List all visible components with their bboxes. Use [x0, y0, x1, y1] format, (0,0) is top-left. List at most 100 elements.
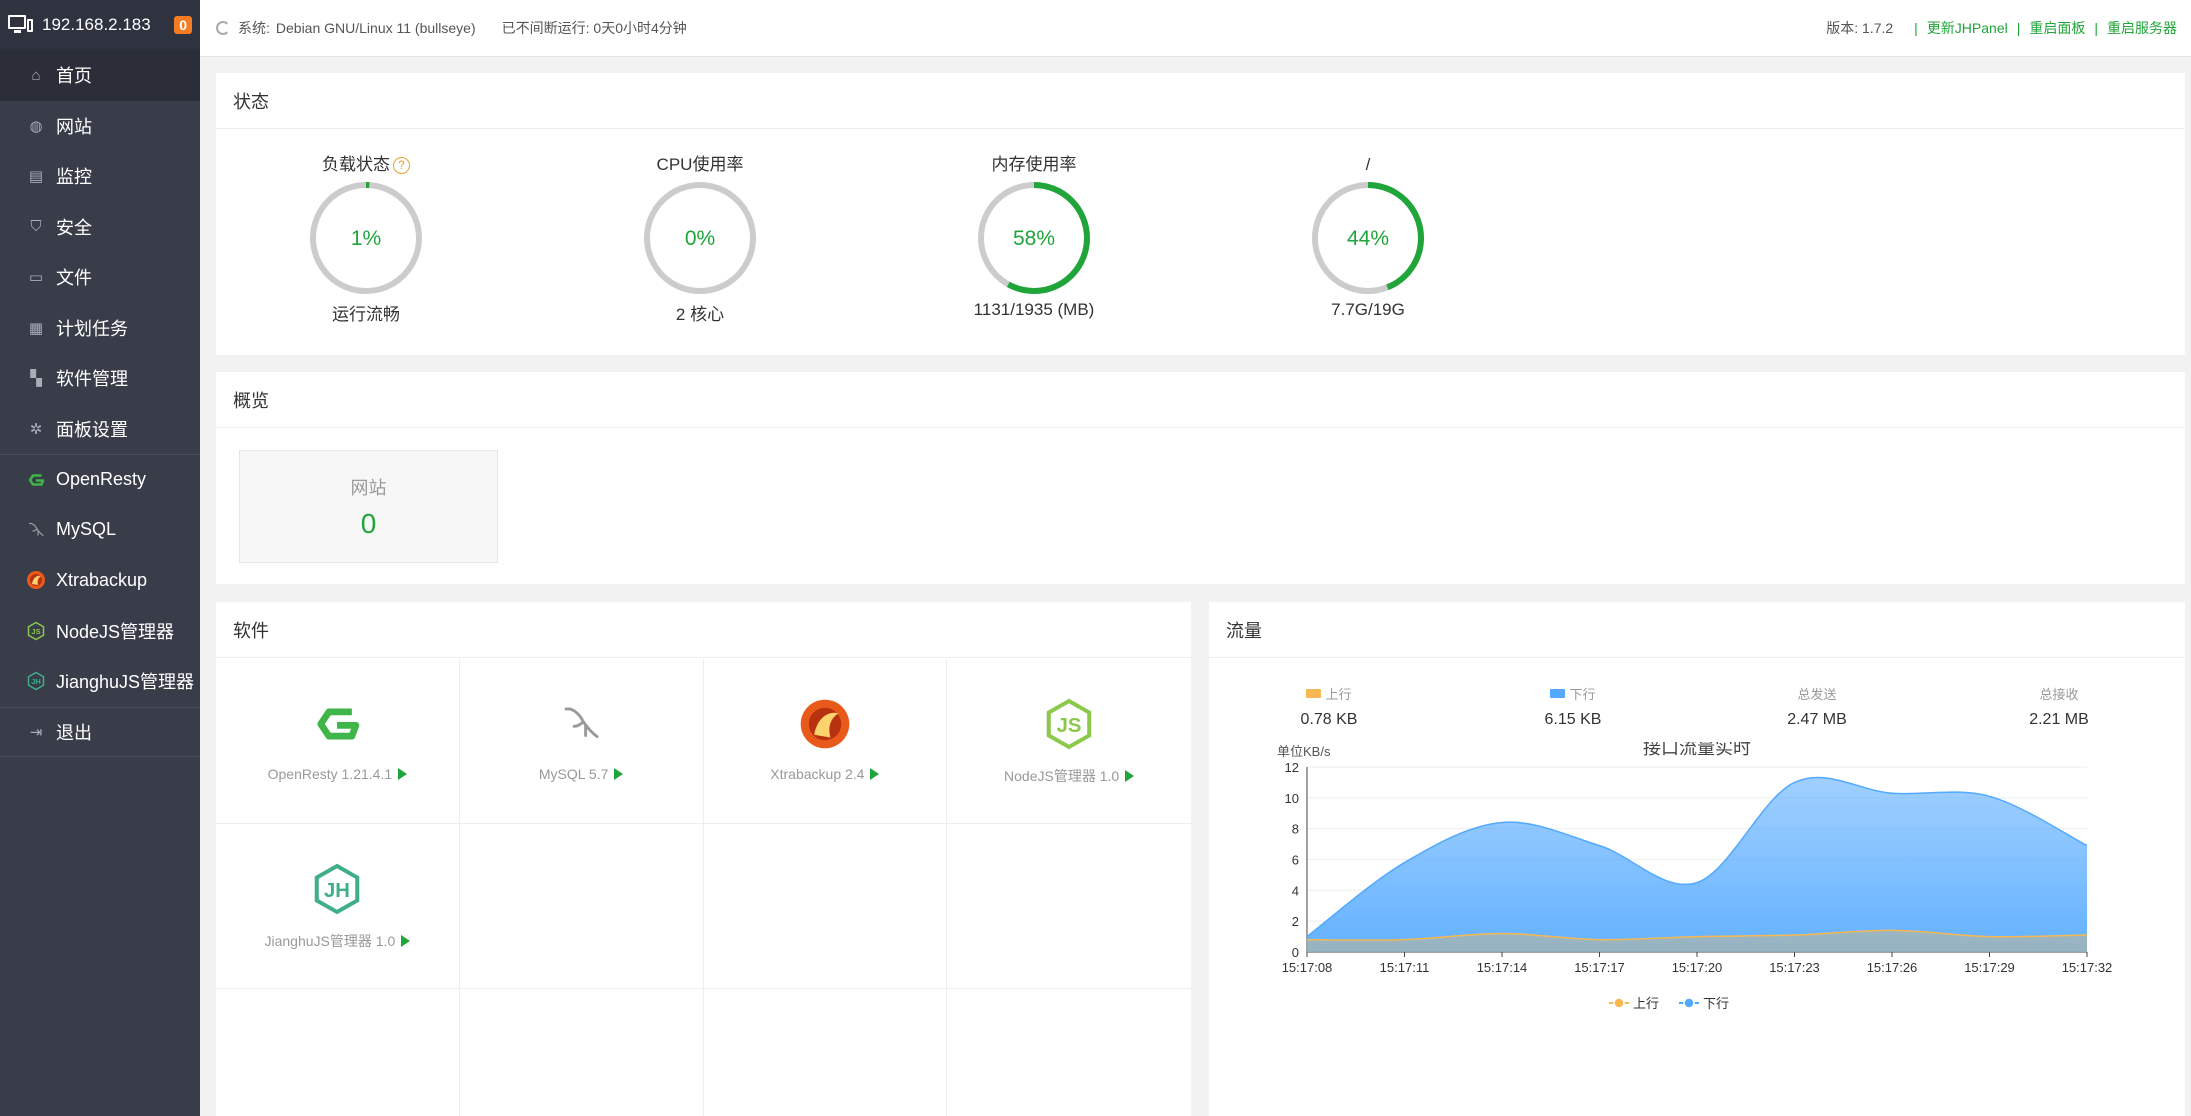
jianghujs-icon: JH: [26, 671, 46, 691]
software-empty-cell: [704, 989, 948, 1116]
software-empty-cell: [947, 989, 1191, 1116]
notification-badge[interactable]: 0: [174, 16, 192, 34]
website-count-value: 0: [360, 508, 377, 539]
system-value: Debian GNU/Linux 11 (bullseye): [275, 20, 476, 36]
software-card[interactable]: Xtrabackup 2.4: [703, 659, 948, 824]
traffic-stat-value: 2.47 MB: [1787, 711, 1847, 728]
sidebar-item-6[interactable]: ▦ 计划任务: [0, 303, 200, 354]
jianghujs-icon: JH: [310, 859, 364, 919]
topbar: 系统: Debian GNU/Linux 11 (bullseye) 已不间断运…: [200, 0, 2191, 57]
gauge-title: CPU使用率: [600, 152, 800, 178]
sidebar-item-4[interactable]: ⛉ 安全: [0, 202, 200, 253]
gauge-label: /: [1365, 155, 1371, 174]
sidebar-item-label: 监控: [56, 167, 92, 188]
sidebar-plugin-1[interactable]: OpenResty: [0, 454, 200, 505]
sidebar-plugin-label: Xtrabackup: [56, 569, 148, 590]
folder-icon: ▭: [28, 269, 44, 287]
sidebar-plugin-label: MySQL: [56, 519, 117, 540]
mysql-icon: [558, 694, 604, 754]
gauge-2[interactable]: CPU使用率 0% 2 核心: [600, 130, 800, 325]
traffic-stat: 总接收 2.21 MB: [1959, 684, 2159, 729]
sidebar-plugin-label: NodeJS管理器: [56, 621, 175, 642]
home-icon: ⌂: [31, 66, 41, 84]
gauge-3[interactable]: 内存使用率 58% 1131/1935 (MB): [934, 130, 1134, 320]
traffic-title: 流量: [1209, 602, 2185, 658]
sidebar-item-8[interactable]: ✲ 面板设置: [0, 404, 200, 455]
traffic-stat-label-row: 总接收: [1959, 684, 2159, 703]
sidebar-plugin-2[interactable]: MySQL: [0, 505, 200, 556]
software-card[interactable]: OpenResty 1.21.4.1: [216, 659, 460, 824]
traffic-stat: 下行 6.15 KB: [1473, 684, 1673, 729]
play-icon[interactable]: [614, 768, 624, 780]
sidebar-plugin-4[interactable]: JS NodeJS管理器: [0, 606, 200, 657]
globe-icon: ◍: [29, 117, 43, 135]
sidebar-item-label: 文件: [56, 268, 92, 289]
y-tick-label: 12: [1285, 760, 1299, 775]
host-header[interactable]: 192.168.2.183 0: [0, 0, 200, 50]
traffic-stat-value: 0.78 KB: [1300, 711, 1358, 728]
legend-swatch: [1306, 689, 1322, 698]
y-tick-label: 8: [1292, 822, 1299, 837]
sidebar-item-7[interactable]: ▚ 软件管理: [0, 353, 200, 404]
gauge-ring: 44%: [1312, 182, 1424, 294]
sidebar-item-2[interactable]: ◍ 网站: [0, 101, 200, 152]
nodejs-icon: JS: [26, 621, 46, 641]
x-tick-label: 15:17:20: [1672, 960, 1723, 975]
gauge-label: 内存使用率: [991, 155, 1077, 174]
software-name: OpenResty 1.21.4.1: [267, 766, 393, 782]
x-tick-label: 15:17:29: [1964, 960, 2015, 975]
software-card[interactable]: MySQL 5.7: [459, 659, 704, 824]
gauge-1[interactable]: 负载状态? 1% 运行流畅: [266, 130, 466, 325]
version-text: 版本: 1.7.2: [1826, 20, 1894, 36]
play-icon[interactable]: [401, 935, 411, 947]
gauge-label: CPU使用率: [656, 155, 744, 174]
x-tick-label: 15:17:11: [1380, 960, 1430, 975]
traffic-stat-label-row: 上行: [1229, 684, 1429, 703]
legend-marker[interactable]: [1613, 997, 1625, 1009]
uptime-text: 已不间断运行: 0天0小时4分钟: [501, 20, 687, 36]
software-empty-cell: [216, 989, 460, 1116]
legend-label: 上行: [1633, 996, 1659, 1011]
restart-panel-link[interactable]: 重启面板: [2029, 18, 2085, 38]
svg-text:JH: JH: [31, 677, 41, 686]
software-empty-cell: [947, 824, 1191, 989]
traffic-stat-label: 下行: [1569, 687, 1596, 702]
restart-server-link[interactable]: 重启服务器: [2107, 18, 2177, 38]
help-icon[interactable]: ?: [393, 157, 410, 175]
chart-legend: 上行 下行: [1609, 996, 1729, 1011]
software-name-row: JianghuJS管理器 1.0: [265, 931, 411, 951]
traffic-panel: 流量 上行 0.78 KB 下行 6.15 KB 总发送 2.47 MB 总接收 2.21 M…: [1209, 602, 2185, 1116]
overview-panel: 概览 网站 0: [216, 372, 2185, 584]
sidebar-item-3[interactable]: ▤ 监控: [0, 151, 200, 202]
sidebar-plugin-3[interactable]: Xtrabackup: [0, 555, 200, 606]
play-icon[interactable]: [398, 768, 408, 780]
play-icon[interactable]: [1125, 770, 1135, 782]
openresty-icon: [310, 694, 364, 754]
legend-marker[interactable]: [1683, 997, 1695, 1009]
sidebar-item-1[interactable]: ⌂ 首页: [0, 50, 200, 101]
gauge-label: 负载状态: [322, 155, 390, 174]
software-empty-cell: [459, 824, 704, 989]
nodejs-icon: JS: [1042, 694, 1096, 754]
system-label: 系统:: [238, 20, 270, 36]
sidebar-plugin-5[interactable]: JH JianghuJS管理器: [0, 656, 200, 707]
software-title: 软件: [216, 602, 1191, 658]
gear-icon: ✲: [29, 420, 43, 438]
play-icon[interactable]: [870, 768, 880, 780]
software-card[interactable]: JH JianghuJS管理器 1.0: [216, 824, 460, 989]
traffic-stat-value: 6.15 KB: [1544, 711, 1602, 728]
sidebar-item-label: 安全: [56, 217, 92, 238]
xtrabackup-icon: [26, 570, 46, 590]
traffic-stat-label: 总接收: [2039, 687, 2079, 702]
x-tick-label: 15:17:14: [1477, 960, 1528, 975]
svg-text:JH: JH: [324, 880, 350, 902]
gauge-4[interactable]: / 44% 7.7G/19G: [1268, 130, 1468, 320]
update-panel-link[interactable]: 更新JHPanel: [1927, 18, 2008, 38]
mysql-icon: [26, 520, 46, 540]
software-grid: OpenResty 1.21.4.1 MySQL 5.7 Xtrabackup 2.…: [216, 659, 1191, 1116]
sidebar-item-logout[interactable]: ⇥ 退出: [0, 706, 200, 757]
sidebar-item-5[interactable]: ▭ 文件: [0, 252, 200, 303]
website-count-card[interactable]: 网站 0: [239, 450, 498, 563]
software-card[interactable]: JS NodeJS管理器 1.0: [947, 659, 1191, 824]
apps-icon: ▚: [30, 370, 42, 388]
